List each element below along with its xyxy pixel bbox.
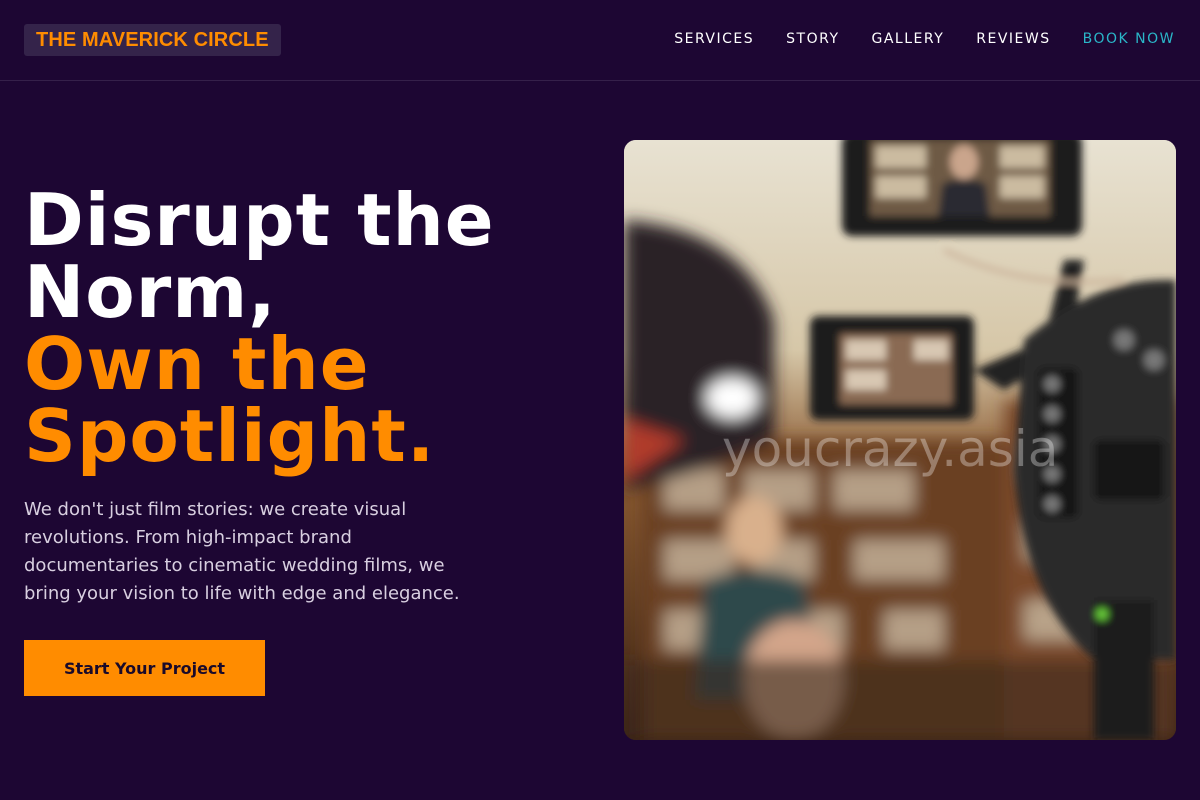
nav-link-services[interactable]: SERVICES (674, 29, 754, 49)
headline-accent-line-2: Spotlight. (24, 394, 436, 478)
site-header: THE MAVERICK CIRCLE SERVICES STORY GALLE… (0, 0, 1200, 81)
image-watermark: youcrazy.asia (722, 420, 1058, 478)
hero-headline: Disrupt the Norm, Own the Spotlight. (24, 184, 584, 472)
headline-accent-line-1: Own the (24, 322, 370, 406)
camera-scene-illustration: youcrazy.asia (624, 140, 1176, 740)
nav-link-story[interactable]: STORY (786, 29, 839, 49)
hero-camera-photo: youcrazy.asia (624, 140, 1176, 740)
brand-logo[interactable]: THE MAVERICK CIRCLE (24, 24, 281, 56)
main-nav: SERVICES STORY GALLERY REVIEWS BOOK NOW (674, 29, 1175, 49)
nav-link-book-now[interactable]: BOOK NOW (1083, 29, 1175, 49)
start-project-button[interactable]: Start Your Project (24, 640, 265, 696)
headline-line-1: Disrupt the (24, 178, 495, 262)
nav-link-gallery[interactable]: GALLERY (872, 29, 945, 49)
nav-link-reviews[interactable]: REVIEWS (976, 29, 1050, 49)
hero-description: We don't just film stories: we create vi… (24, 499, 460, 604)
headline-line-2: Norm, (24, 250, 277, 334)
